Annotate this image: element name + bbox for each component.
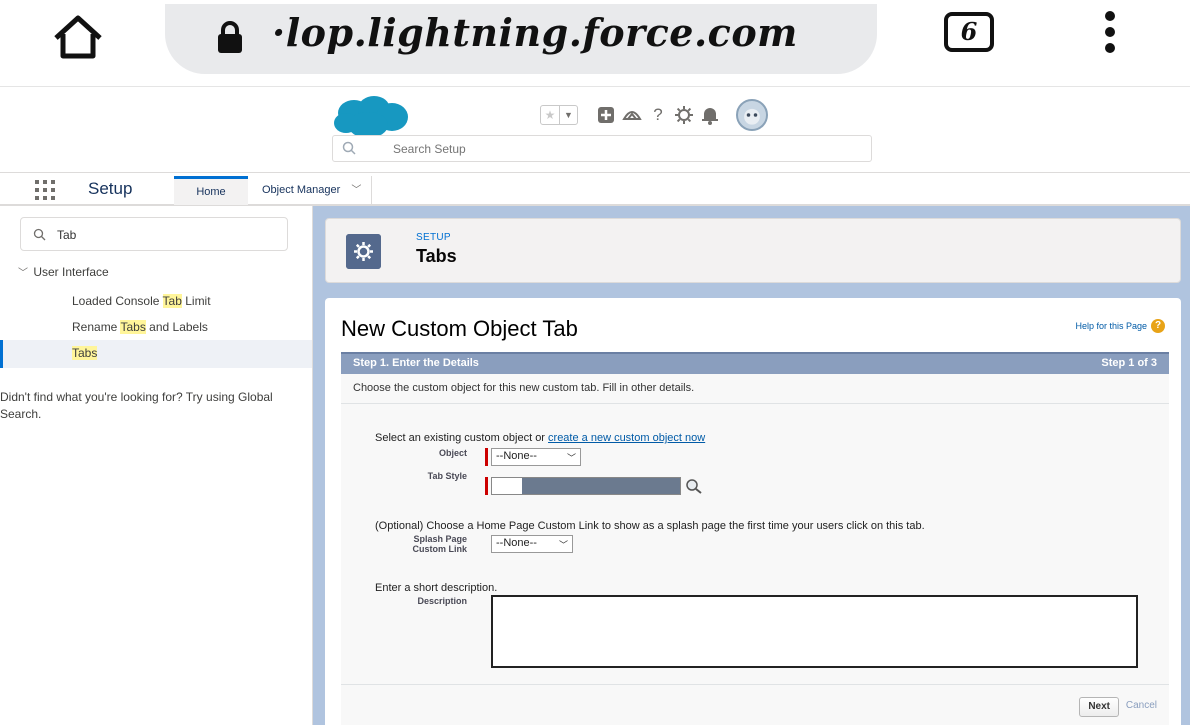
- page-eyebrow: SETUP: [416, 232, 451, 243]
- page-header: SETUP Tabs: [325, 218, 1181, 283]
- splash-page-select[interactable]: --None-- ﹀: [491, 535, 573, 553]
- tree-item-rename-tabs-and-labels[interactable]: Rename Tabs and Labels: [72, 320, 208, 334]
- search-icon: [342, 141, 356, 155]
- tab-style-field[interactable]: [491, 477, 681, 495]
- splash-label-line-2: Custom Link: [412, 544, 467, 554]
- custom-tab-wizard: New Custom Object Tab Help for this Page…: [325, 298, 1181, 725]
- object-prompt-text: Select an existing custom object or: [375, 432, 549, 444]
- chevron-down-icon: ﹀: [558, 540, 568, 550]
- tree-item-label: Loaded Console: [72, 294, 163, 308]
- tree-item-label: Rename: [72, 320, 121, 334]
- avatar[interactable]: [736, 99, 768, 131]
- object-select[interactable]: --None-- ﹀: [491, 448, 581, 466]
- bell-icon[interactable]: [700, 105, 720, 125]
- wizard-footer: Next Cancel: [341, 684, 1169, 725]
- setup-gear-icon: [346, 234, 381, 269]
- favorites-dropdown-icon[interactable]: ▼: [559, 106, 577, 124]
- chevron-down-icon[interactable]: ﹀: [351, 176, 361, 205]
- chevron-down-icon[interactable]: ﹀: [18, 264, 30, 279]
- quick-find-input[interactable]: [57, 225, 257, 245]
- object-label: Object: [438, 448, 467, 458]
- step-bar: Step 1. Enter the Details Step 1 of 3: [341, 352, 1169, 374]
- object-select-value: --None--: [496, 450, 537, 462]
- lock-icon: [218, 21, 242, 53]
- tab-home[interactable]: Home: [174, 176, 248, 205]
- wizard-title: New Custom Object Tab: [341, 316, 578, 341]
- url-text: ·lop.lightning.force.com: [272, 10, 798, 55]
- url-field[interactable]: ·lop.lightning.force.com: [165, 4, 877, 74]
- quick-find-box[interactable]: [20, 217, 288, 251]
- global-header: ★ ▼ ?: [0, 86, 1190, 172]
- salesforce-logo[interactable]: [332, 95, 410, 139]
- search-icon: [33, 228, 46, 241]
- wizard-form: Select an existing custom object or crea…: [341, 404, 1169, 684]
- setup-nav-bar: Setup Home Object Manager ﹀: [0, 172, 1190, 206]
- step-counter: Step 1 of 3: [1101, 357, 1157, 369]
- help-link-label: Help for this Page: [1075, 321, 1147, 331]
- search-setup-box[interactable]: [332, 135, 872, 162]
- step-title: Step 1. Enter the Details: [353, 357, 479, 369]
- splash-prompt: (Optional) Choose a Home Page Custom Lin…: [375, 520, 925, 532]
- tab-style-label: Tab Style: [427, 471, 467, 481]
- kebab-menu-icon[interactable]: [1098, 8, 1122, 56]
- search-highlight: Tabs: [120, 320, 146, 334]
- description-label: Description: [417, 596, 467, 606]
- required-indicator: [485, 448, 488, 466]
- tree-item-label: Limit: [181, 294, 211, 308]
- tab-object-manager[interactable]: Object Manager ﹀: [252, 176, 373, 205]
- header-utility-icons: ★ ▼ ?: [540, 99, 768, 131]
- gear-icon[interactable]: [674, 105, 694, 125]
- app-name: Setup: [88, 179, 133, 198]
- help-link[interactable]: Help for this Page ?: [1075, 319, 1165, 333]
- step-intro: Choose the custom object for this new cu…: [341, 374, 1169, 404]
- favorites-group: ★ ▼: [540, 105, 578, 125]
- search-input[interactable]: [393, 139, 793, 159]
- setup-sidebar: ﹀ User Interface Loaded Console Tab Limi…: [0, 206, 313, 725]
- description-prompt: Enter a short description.: [375, 582, 498, 594]
- page-title: Tabs: [416, 246, 457, 266]
- create-custom-object-link[interactable]: create a new custom object now: [548, 432, 705, 444]
- add-icon[interactable]: [596, 105, 616, 125]
- tree-group-label: User Interface: [33, 265, 109, 279]
- help-icon[interactable]: ?: [648, 105, 668, 125]
- required-indicator: [485, 477, 488, 495]
- tree-item-selected-background: [0, 340, 312, 368]
- search-highlight: Tab: [162, 294, 182, 308]
- splash-select-value: --None--: [496, 537, 537, 549]
- chevron-down-icon: ﹀: [566, 453, 576, 463]
- trailhead-icon[interactable]: [622, 105, 642, 125]
- favorites-star-icon[interactable]: ★: [541, 106, 559, 124]
- tree-item-label: and Labels: [145, 320, 208, 334]
- tree-group-user-interface[interactable]: ﹀ User Interface: [18, 264, 109, 279]
- splash-label: Splash Page Custom Link: [381, 534, 467, 554]
- waffle-icon[interactable]: [34, 179, 56, 201]
- next-button[interactable]: Next: [1079, 697, 1119, 717]
- tab-style-swatch: [492, 478, 522, 494]
- cancel-link[interactable]: Cancel: [1126, 700, 1157, 711]
- lookup-icon[interactable]: [685, 478, 703, 494]
- splash-label-line-1: Splash Page: [413, 534, 467, 544]
- help-icon: ?: [1151, 319, 1165, 333]
- home-icon[interactable]: [52, 14, 104, 60]
- tree-item-tabs[interactable]: Tabs: [72, 346, 98, 360]
- search-highlight: Tabs: [72, 346, 98, 360]
- tab-object-manager-label: Object Manager: [262, 184, 341, 196]
- main-area: SETUP Tabs New Custom Object Tab Help fo…: [313, 206, 1190, 725]
- description-field[interactable]: [491, 595, 1138, 668]
- tree-item-loaded-console-tab-limit[interactable]: Loaded Console Tab Limit: [72, 294, 211, 308]
- object-prompt: Select an existing custom object or crea…: [375, 432, 705, 444]
- browser-address-bar: ·lop.lightning.force.com 6: [0, 0, 1190, 86]
- not-found-message: Didn't find what you're looking for? Try…: [0, 390, 273, 421]
- tab-count-icon[interactable]: 6: [944, 12, 994, 52]
